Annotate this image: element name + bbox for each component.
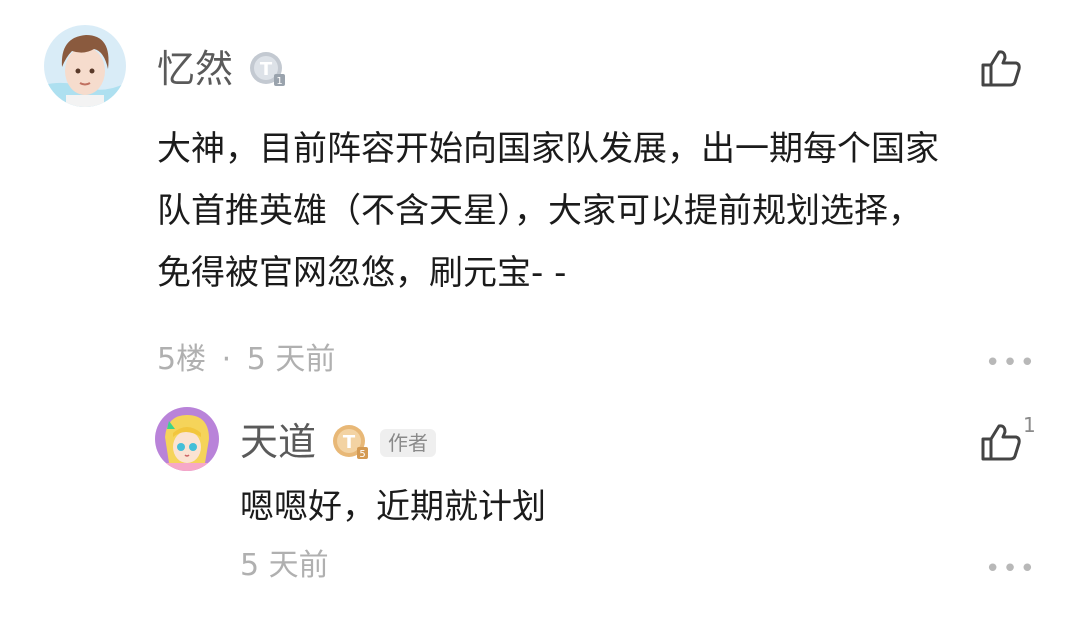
- level-badge-t1-icon: T 1: [248, 50, 286, 88]
- svg-text:T: T: [343, 432, 356, 453]
- comment-text: 大神，目前阵容开始向国家队发展，出一期每个国家 队首推英雄（不含天星），大家可以…: [157, 118, 1057, 304]
- reply-more-button[interactable]: •••: [985, 556, 1037, 582]
- reply-time: 5 天前: [240, 548, 329, 583]
- reply-like-count: 1: [1023, 413, 1036, 437]
- thumbs-up-icon: [981, 424, 1021, 461]
- author-tag: 作者: [380, 429, 436, 457]
- reply-username[interactable]: 天道: [240, 423, 316, 461]
- commenter-username[interactable]: 忆然: [157, 50, 233, 88]
- floor-number: 5楼: [157, 342, 207, 377]
- reply-avatar[interactable]: [155, 407, 219, 471]
- level-badge-t5-icon: T 5: [331, 423, 369, 461]
- like-button[interactable]: [980, 48, 1022, 88]
- reply-text: 嗯嗯好，近期就计划: [240, 487, 546, 527]
- svg-text:T: T: [260, 59, 273, 80]
- thumbs-up-icon: [981, 50, 1021, 87]
- svg-text:1: 1: [276, 76, 282, 87]
- comment-text-line: 队首推英雄（不含天星），大家可以提前规划选择，: [157, 191, 922, 231]
- comment-text-line: 大神，目前阵容开始向国家队发展，出一期每个国家: [157, 129, 939, 169]
- reply-like-button[interactable]: [980, 422, 1022, 462]
- comment-text-line: 免得被官网忽悠，刷元宝- -: [157, 253, 567, 293]
- comment-meta: 5楼 · 5 天前: [157, 345, 335, 375]
- meta-separator: ·: [221, 342, 232, 377]
- comment-more-button[interactable]: •••: [985, 350, 1037, 376]
- svg-text:5: 5: [359, 449, 365, 460]
- comment-time: 5 天前: [246, 342, 336, 377]
- commenter-avatar[interactable]: [44, 25, 126, 107]
